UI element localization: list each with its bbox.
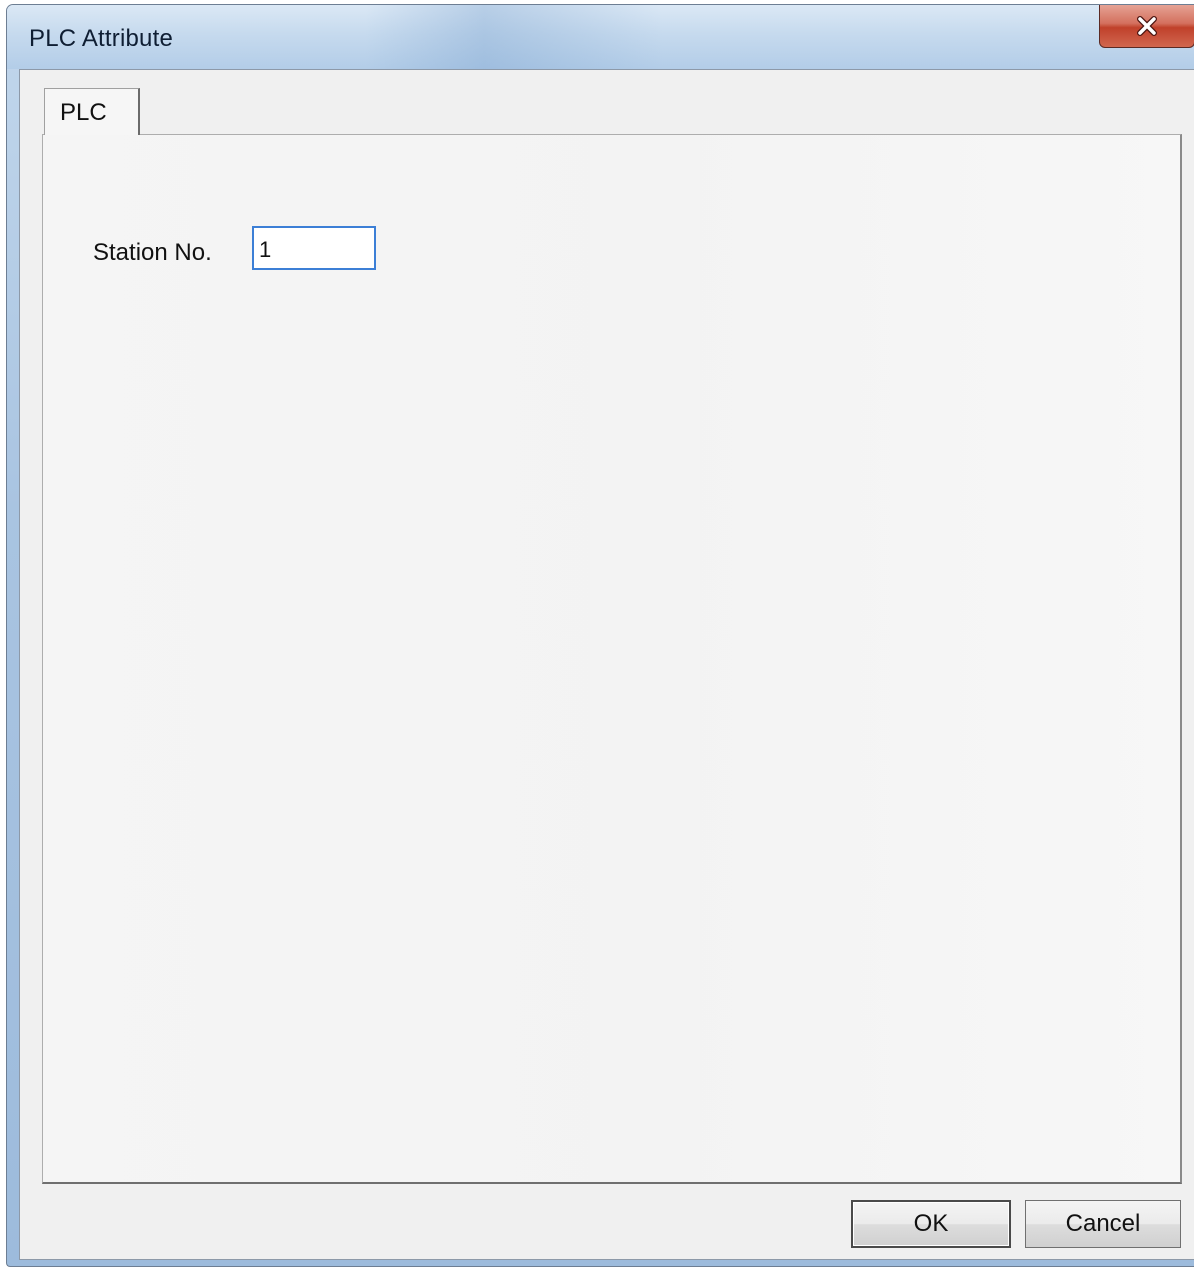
dialog-client-area: PLC Station No. OK Cancel — [19, 69, 1194, 1260]
tab-plc-label: PLC — [60, 99, 107, 126]
window-title: PLC Attribute — [29, 25, 174, 52]
tab-plc[interactable]: PLC — [44, 88, 140, 135]
tab-panel-plc: Station No. — [42, 134, 1182, 1184]
station-number-label: Station No. — [93, 239, 212, 266]
close-icon — [1135, 15, 1159, 36]
dialog-window: PLC Attribute PLC Station No. OK Cancel — [6, 4, 1194, 1267]
close-button[interactable] — [1099, 5, 1194, 48]
station-number-input[interactable] — [252, 226, 376, 270]
title-bar[interactable]: PLC Attribute — [7, 5, 1194, 69]
cancel-button[interactable]: Cancel — [1025, 1200, 1181, 1248]
ok-button[interactable]: OK — [851, 1200, 1011, 1248]
